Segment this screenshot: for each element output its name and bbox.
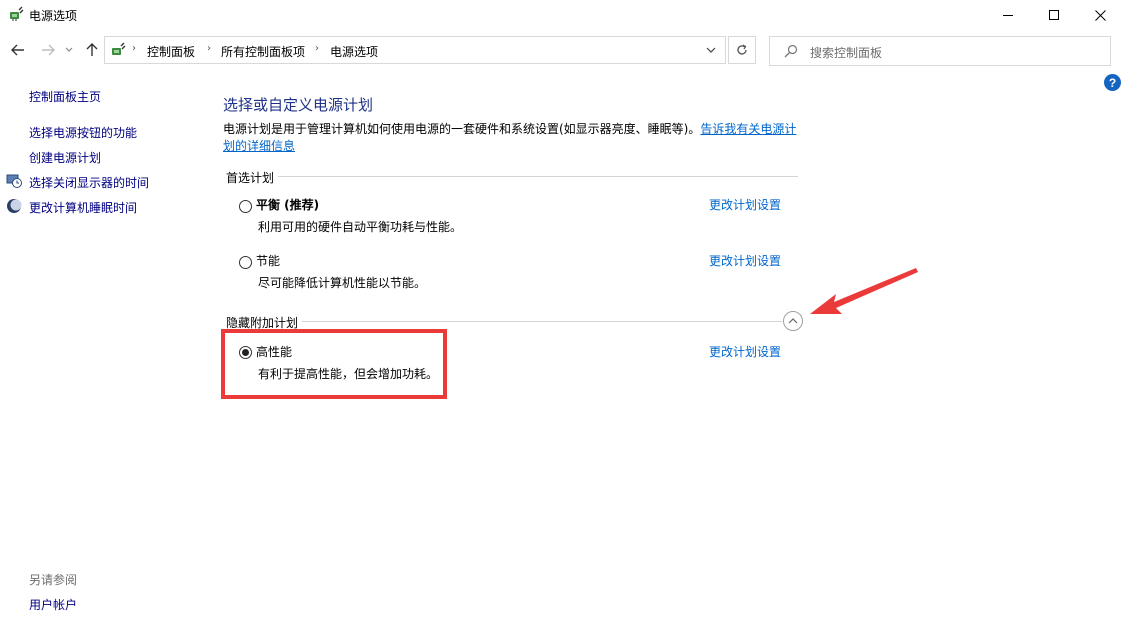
refresh-button[interactable] [728,36,756,64]
description-text: 电源计划是用于管理计算机如何使用电源的一套硬件和系统设置(如显示器亮度、睡眠等)… [223,122,701,136]
breadcrumb-all-items[interactable]: 所有控制面板项 [221,43,305,60]
user-accounts-link[interactable]: 用户帐户 [29,596,77,613]
arrow-annotation-icon [810,268,918,314]
search-icon [784,44,798,58]
close-button[interactable] [1077,0,1123,30]
arrow-up-icon [86,43,98,56]
up-button[interactable] [82,40,102,60]
plan-desc-balanced: 利用可用的硬件自动平衡功耗与性能。 [258,220,463,234]
recent-locations-button[interactable] [62,40,76,60]
back-button[interactable] [8,40,28,60]
address-dropdown-button[interactable] [703,42,719,58]
forward-button[interactable] [38,40,58,60]
sidebar-item-sleep-time[interactable]: 更改计算机睡眠时间 [29,199,137,216]
search-placeholder: 搜索控制面板 [810,46,883,60]
breadcrumb-separator[interactable]: › [207,43,211,54]
breadcrumb-control-panel[interactable]: 控制面板 [147,43,195,60]
preferred-plans-heading: 首选计划 [226,169,279,186]
arrow-right-icon [42,44,55,56]
change-settings-link-balanced[interactable]: 更改计划设置 [709,196,781,213]
plan-radio-power-saver[interactable] [239,256,252,269]
chevron-down-icon [65,47,73,52]
highlight-box [221,329,447,399]
sidebar-item-power-button[interactable]: 选择电源按钮的功能 [29,124,137,141]
group-divider [226,321,782,322]
chevron-down-icon [706,47,716,53]
arrow-left-icon [11,44,24,56]
search-box[interactable]: 搜索控制面板 [769,36,1111,66]
change-settings-link-power-saver[interactable]: 更改计划设置 [709,252,781,269]
control-panel-icon [112,42,126,55]
page-title: 选择或自定义电源计划 [223,96,374,114]
plan-desc-power-saver: 尽可能降低计算机性能以节能。 [258,276,427,290]
plan-name-power-saver[interactable]: 节能 [256,252,280,269]
title-bar: 电源选项 [0,0,1123,30]
control-panel-home-link[interactable]: 控制面板主页 [29,88,101,105]
sidebar-item-display-off[interactable]: 选择关闭显示器的时间 [29,174,149,191]
help-icon[interactable]: ? [1104,74,1121,91]
plan-name-balanced[interactable]: 平衡 (推荐) [256,196,319,213]
maximize-button[interactable] [1031,0,1077,30]
power-options-icon [10,6,24,21]
chevron-up-icon [788,318,798,324]
refresh-icon [737,44,747,55]
sidebar-item-create-plan[interactable]: 创建电源计划 [29,149,101,166]
page-description: 电源计划是用于管理计算机如何使用电源的一套硬件和系统设置(如显示器亮度、睡眠等)… [223,121,803,155]
close-icon [1094,9,1106,21]
minimize-icon [1002,14,1013,16]
group-divider [226,176,798,177]
breadcrumb-separator[interactable]: › [315,43,319,54]
navigation-bar: › 控制面板 › 所有控制面板项 › 电源选项 搜索控制面板 [0,34,1123,66]
see-also-heading: 另请参阅 [29,573,78,587]
address-bar[interactable]: › 控制面板 › 所有控制面板项 › 电源选项 [104,36,726,64]
change-settings-link-high-performance[interactable]: 更改计划设置 [709,343,781,360]
maximize-icon [1048,9,1059,20]
window-title: 电源选项 [29,9,78,23]
display-clock-icon [6,174,22,188]
breadcrumb-separator[interactable]: › [132,43,136,54]
moon-icon [7,199,22,213]
minimize-button[interactable] [985,0,1031,30]
plan-radio-balanced[interactable] [239,200,252,213]
breadcrumb-power-options[interactable]: 电源选项 [330,43,378,60]
